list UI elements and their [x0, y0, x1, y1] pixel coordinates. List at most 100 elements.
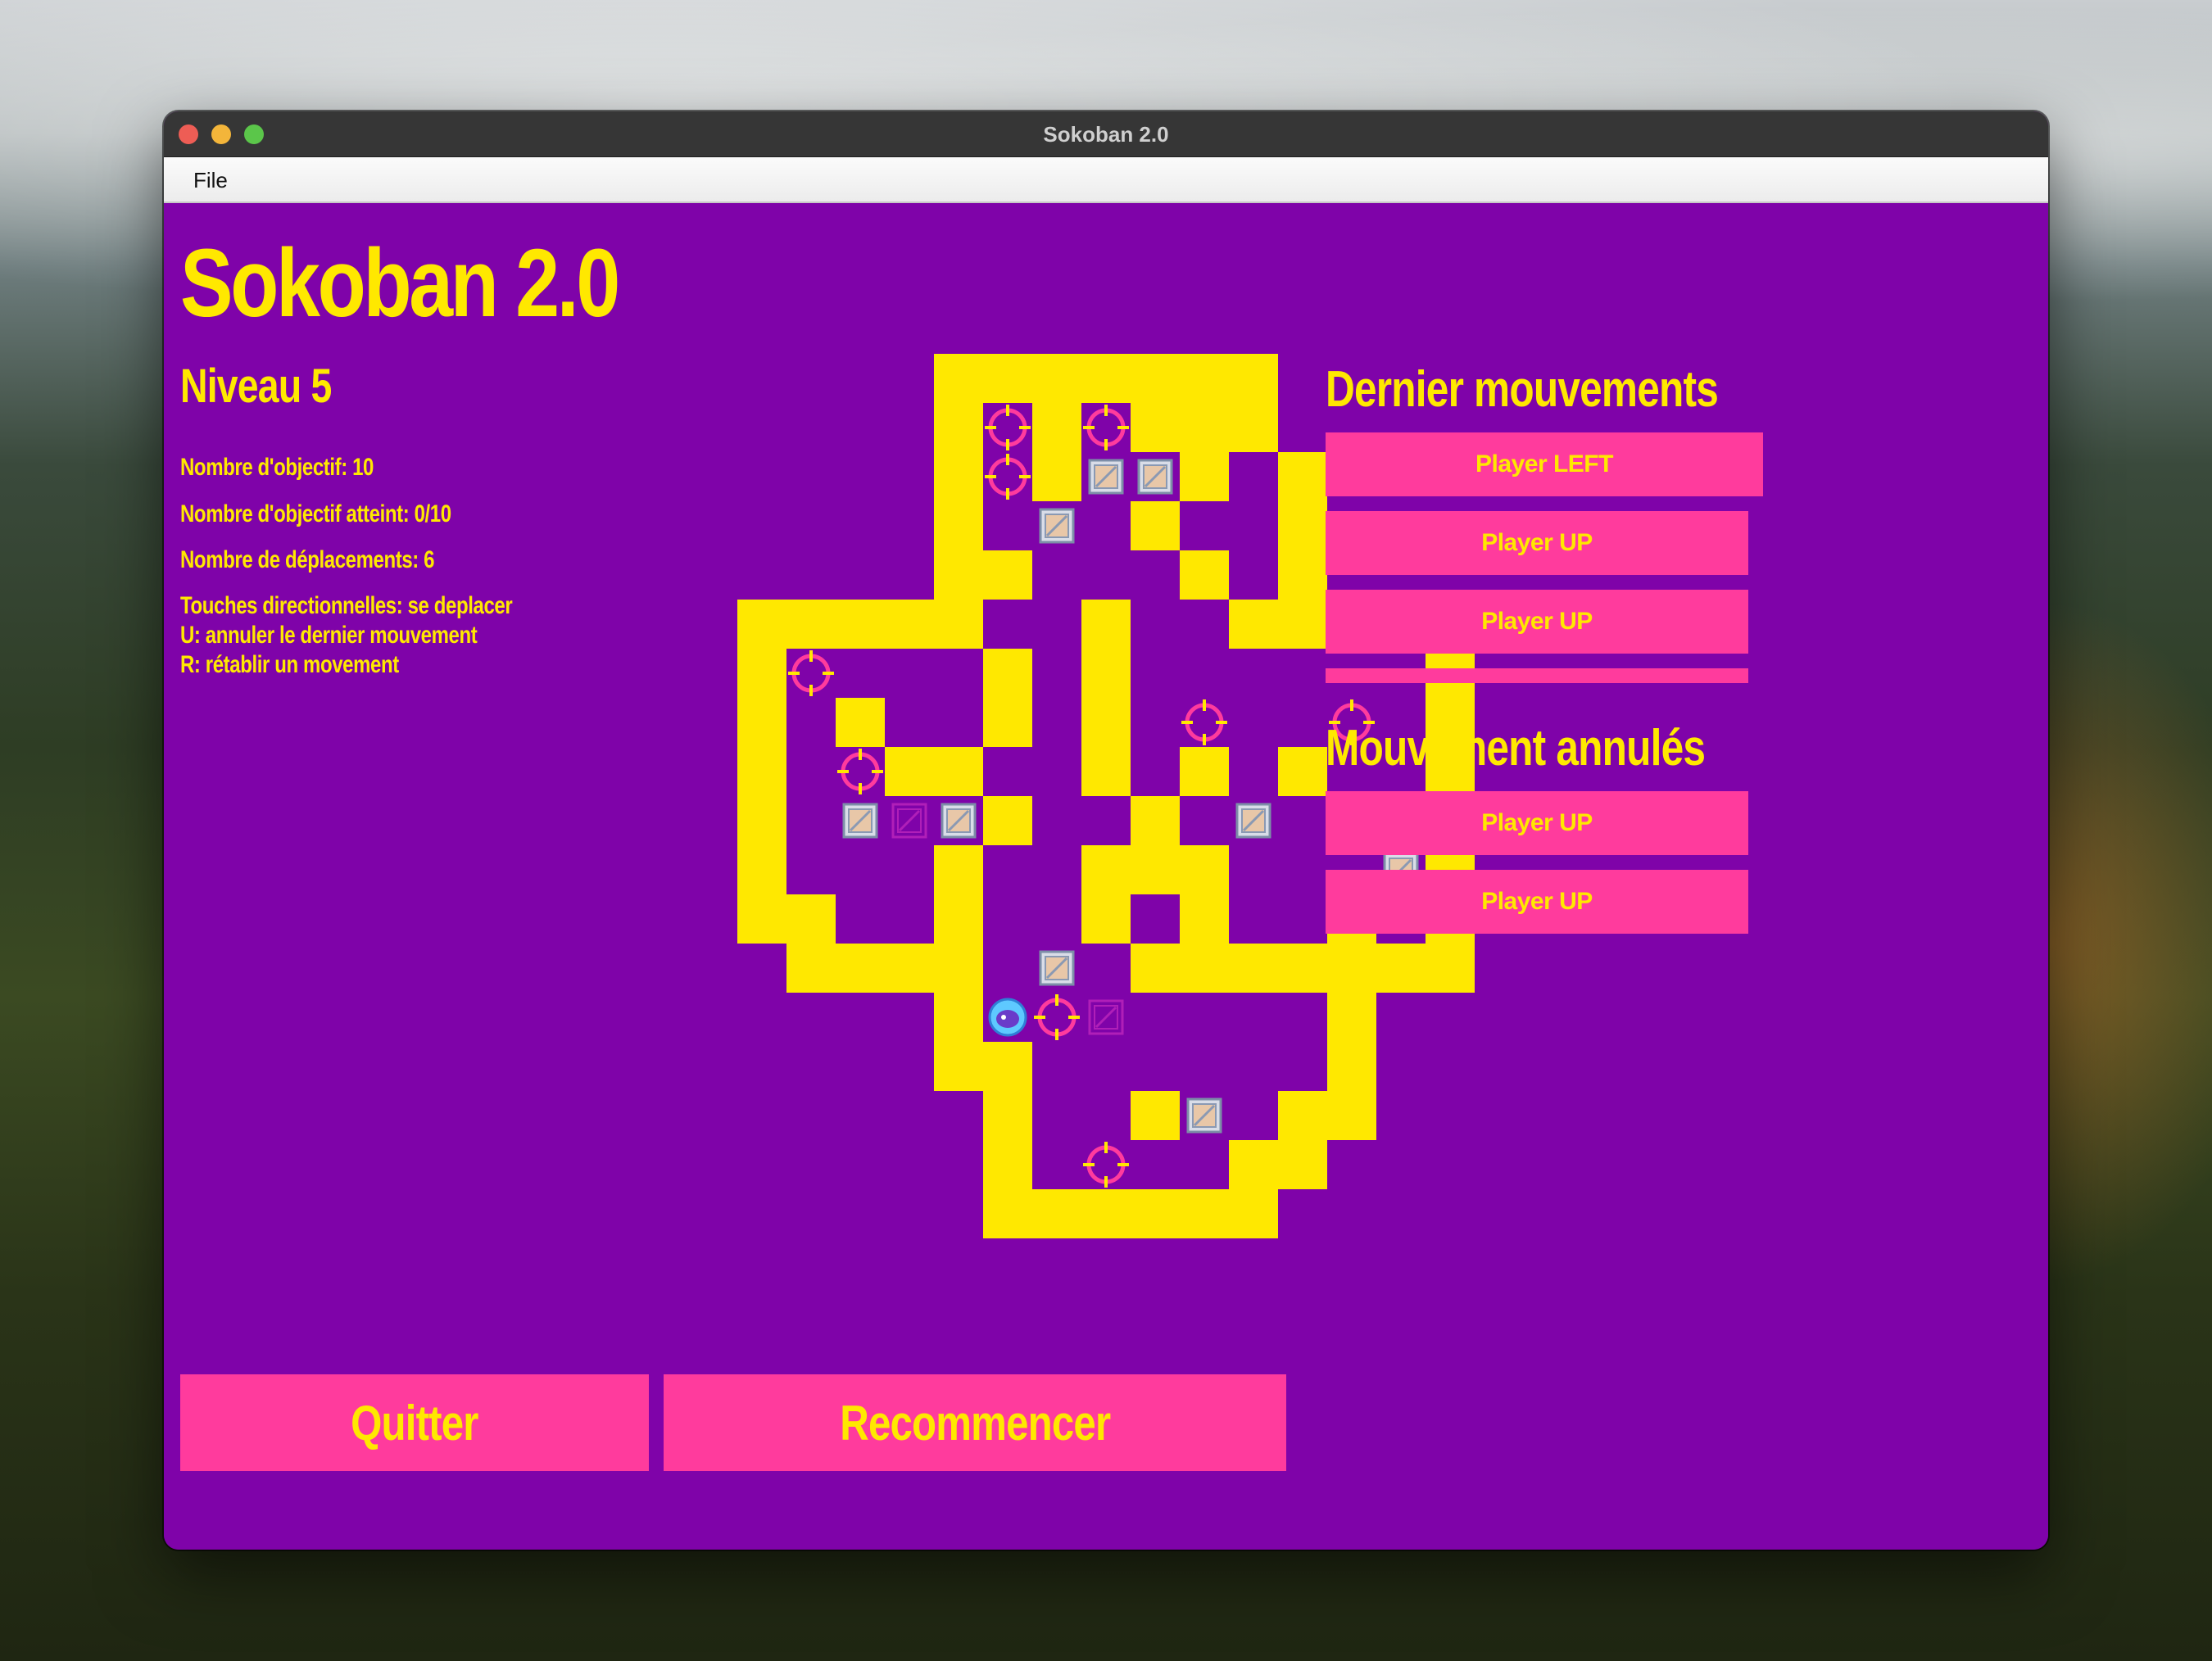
crate-box [1039, 950, 1075, 986]
wall-tile [1131, 403, 1180, 452]
moves-count: Nombre de déplacements: 6 [180, 546, 435, 573]
box-on-goal [1088, 999, 1124, 1035]
wall-tile [934, 354, 983, 403]
wall-tile [885, 600, 934, 649]
wall-tile [885, 747, 934, 796]
quit-button-label: Quitter [351, 1395, 478, 1451]
wall-tile [1131, 501, 1180, 550]
wall-tile [1081, 600, 1131, 649]
history-item-clipped[interactable] [1326, 668, 1748, 683]
wall-tile [1032, 1189, 1081, 1238]
quit-button[interactable]: Quitter [180, 1374, 649, 1471]
wall-tile [1081, 894, 1131, 944]
wall-tile [1278, 1140, 1327, 1189]
wall-tile [1278, 600, 1327, 649]
wall-tile [934, 403, 983, 452]
wall-tile [1180, 452, 1229, 501]
wall-tile [737, 649, 786, 698]
wall-tile [786, 600, 836, 649]
crate-box [1186, 1098, 1222, 1134]
wall-tile [1180, 747, 1229, 796]
wall-tile [934, 993, 983, 1042]
wall-tile [1081, 747, 1131, 796]
player-character [988, 998, 1027, 1037]
restart-button[interactable]: Recommencer [664, 1374, 1286, 1471]
wall-tile [983, 649, 1032, 698]
restart-button-label: Recommencer [839, 1395, 1111, 1451]
undone-item[interactable]: Player UP [1326, 791, 1748, 855]
wall-tile [1278, 501, 1327, 550]
history-list[interactable]: Player LEFT Player UP Player UP [1326, 432, 1784, 683]
wall-tile [1229, 944, 1278, 993]
wall-tile [836, 944, 885, 993]
wall-tile [1081, 354, 1131, 403]
wall-tile [1081, 649, 1131, 698]
menu-file[interactable]: File [193, 157, 228, 203]
wall-tile [1278, 550, 1327, 600]
wall-tile [934, 501, 983, 550]
help-arrows: Touches directionnelles: se deplacer [180, 592, 513, 619]
wall-tile [1032, 452, 1081, 501]
history-item[interactable]: Player UP [1326, 511, 1748, 575]
wall-tile [737, 845, 786, 894]
goal-target [985, 405, 1031, 450]
wall-tile [1229, 354, 1278, 403]
wall-tile [1131, 1091, 1180, 1140]
wall-tile [983, 550, 1032, 600]
wall-tile [1131, 354, 1180, 403]
goal-target [1034, 994, 1080, 1040]
wall-tile [983, 1091, 1032, 1140]
crate-box [1088, 459, 1124, 495]
wall-tile [934, 1042, 983, 1091]
wall-tile [1327, 1042, 1376, 1091]
help-undo: U: annuler le dernier mouvement [180, 622, 478, 649]
history-item[interactable]: Player LEFT [1326, 432, 1763, 496]
wall-tile [1229, 600, 1278, 649]
wall-tile [934, 550, 983, 600]
wall-tile [1131, 944, 1180, 993]
wall-tile [934, 600, 983, 649]
wall-tile [1229, 1189, 1278, 1238]
crate-box [941, 803, 977, 839]
wall-tile [885, 944, 934, 993]
wall-tile [1180, 944, 1229, 993]
wall-tile [1081, 1189, 1131, 1238]
wall-tile [934, 894, 983, 944]
wall-tile [1278, 747, 1327, 796]
wall-tile [1278, 452, 1327, 501]
crate-box [842, 803, 878, 839]
crate-box [1039, 508, 1075, 544]
undone-title: Mouvement annulés [1326, 720, 1706, 776]
wall-tile [983, 354, 1032, 403]
wall-tile [1180, 1189, 1229, 1238]
wall-tile [1131, 845, 1180, 894]
goal-target [788, 650, 834, 696]
wall-tile [786, 894, 836, 944]
wall-tile [786, 944, 836, 993]
wall-tile [737, 796, 786, 845]
game-panel: Sokoban 2.0 Niveau 5 Nombre d'objectif: … [164, 203, 2048, 1550]
wall-tile [836, 698, 885, 747]
crate-box [1137, 459, 1173, 495]
history-item[interactable]: Player UP [1326, 590, 1748, 654]
objectives-count: Nombre d'objectif: 10 [180, 454, 374, 481]
objectives-reached: Nombre d'objectif atteint: 0/10 [180, 500, 451, 527]
wall-tile [983, 1042, 1032, 1091]
app-window: Sokoban 2.0 File Sokoban 2.0 Niveau 5 No… [164, 111, 2048, 1550]
wall-tile [934, 452, 983, 501]
box-on-goal [891, 803, 927, 839]
wall-tile [983, 1189, 1032, 1238]
wall-tile [1180, 550, 1229, 600]
wall-tile [1032, 403, 1081, 452]
wall-tile [737, 600, 786, 649]
undone-list[interactable]: Player UP Player UP [1326, 791, 1784, 955]
title-bar[interactable]: Sokoban 2.0 [164, 111, 2048, 157]
wall-tile [1081, 845, 1131, 894]
undone-item[interactable]: Player UP [1326, 870, 1748, 934]
wall-tile [983, 698, 1032, 747]
wall-tile [836, 600, 885, 649]
wall-tile [1180, 894, 1229, 944]
wall-tile [1278, 944, 1327, 993]
wall-tile [1180, 845, 1229, 894]
help-redo: R: rétablir un movement [180, 651, 399, 678]
